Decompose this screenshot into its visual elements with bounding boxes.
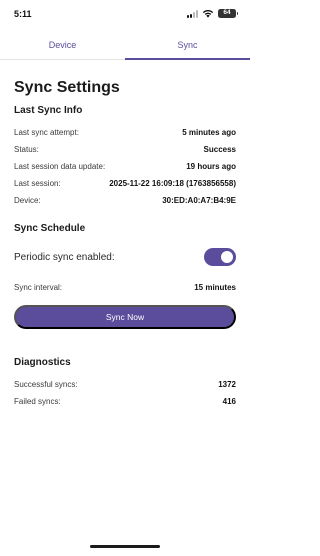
sync-schedule-heading: Sync Schedule bbox=[14, 223, 86, 234]
info-row-last-sync-attempt: Last sync attempt: 5 minutes ago bbox=[14, 126, 236, 138]
info-row-sync-interval: Sync interval: 15 minutes bbox=[14, 281, 236, 293]
toggle-knob bbox=[221, 251, 233, 263]
periodic-sync-row: Periodic sync enabled: bbox=[14, 247, 236, 267]
info-label: Last session: bbox=[14, 178, 61, 188]
info-row-device: Device: 30:ED:A0:A7:B4:9E bbox=[14, 194, 236, 206]
battery-icon: 64 bbox=[218, 9, 238, 18]
periodic-sync-toggle[interactable] bbox=[204, 248, 236, 266]
cellular-signal-icon bbox=[187, 9, 198, 18]
info-row-status: Status: Success bbox=[14, 143, 236, 155]
sync-interval-value: 15 minutes bbox=[194, 282, 236, 292]
info-row-successful-syncs: Successful syncs: 1372 bbox=[14, 378, 236, 390]
info-value: 5 minutes ago bbox=[182, 127, 236, 137]
info-value: 30:ED:A0:A7:B4:9E bbox=[162, 195, 236, 205]
wifi-icon bbox=[202, 10, 214, 18]
info-value: Success bbox=[203, 144, 236, 154]
sync-interval-label: Sync interval: bbox=[14, 282, 63, 292]
tab-sync[interactable]: Sync bbox=[125, 30, 250, 60]
periodic-sync-label: Periodic sync enabled: bbox=[14, 251, 115, 263]
info-value: 2025-11-22 16:09:18 (1763856558) bbox=[109, 178, 236, 188]
sync-settings-screen: 5:11 64 Device Sync Sync Settings Last S… bbox=[0, 0, 250, 556]
info-label: Device: bbox=[14, 195, 41, 205]
sync-now-button[interactable]: Sync Now bbox=[14, 305, 236, 329]
tab-bar: Device Sync bbox=[0, 30, 250, 60]
status-time: 5:11 bbox=[14, 9, 32, 19]
diagnostics-heading: Diagnostics bbox=[14, 357, 71, 368]
tab-device[interactable]: Device bbox=[0, 30, 125, 59]
info-row-last-session: Last session: 2025-11-22 16:09:18 (17638… bbox=[14, 177, 236, 189]
info-row-failed-syncs: Failed syncs: 416 bbox=[14, 395, 236, 407]
info-value: 416 bbox=[222, 396, 236, 406]
info-label: Last sync attempt: bbox=[14, 127, 79, 137]
info-label: Status: bbox=[14, 144, 39, 154]
last-sync-info-heading: Last Sync Info bbox=[14, 105, 83, 116]
info-value: 19 hours ago bbox=[186, 161, 236, 171]
info-value: 1372 bbox=[218, 379, 236, 389]
info-label: Successful syncs: bbox=[14, 379, 78, 389]
status-bar: 5:11 64 bbox=[0, 0, 250, 30]
status-icons: 64 bbox=[187, 9, 238, 18]
info-row-last-session-data-update: Last session data update: 19 hours ago bbox=[14, 160, 236, 172]
info-label: Last session data update: bbox=[14, 161, 106, 171]
info-label: Failed syncs: bbox=[14, 396, 61, 406]
page-title: Sync Settings bbox=[14, 79, 120, 96]
home-indicator bbox=[90, 545, 160, 548]
